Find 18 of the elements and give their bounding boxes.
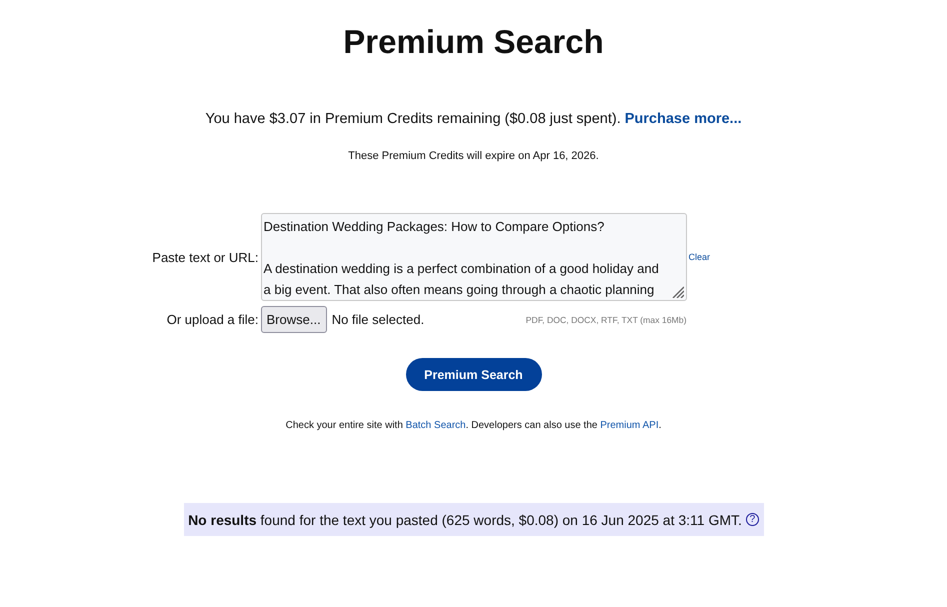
premium-search-button[interactable]: Premium Search (406, 358, 542, 391)
purchase-more-link[interactable]: Purchase more... (624, 111, 742, 127)
text-area[interactable]: Destination Wedding Packages: How to Compare Options? A destination wedding is a perfect combination of a good holiday and a big event. That also often means going through a chaotic planning (260, 213, 686, 301)
info-link[interactable]: Batch Search (406, 420, 466, 431)
upload-label: Or upload a file: (166, 312, 258, 327)
expiry-text: These Premium Credits will expire on Apr 16, 2026. (348, 149, 599, 163)
info-text: Check your entire site with Batch Search. Developers can also use the Premium API. (286, 420, 662, 432)
help-button[interactable]: ? (746, 513, 759, 526)
credits-text: You have $3.07 in Premium Credits remaining ($0.08 just spent). Purchase more... (205, 110, 742, 129)
clear-link[interactable]: Clear (688, 252, 710, 262)
file-types-hint: PDF, DOC, DOCX, RTF, TXT (max 16Mb) (526, 314, 686, 324)
info-link[interactable]: Premium API (600, 420, 659, 431)
file-status-text: No file selected. (332, 312, 424, 327)
text-field-label: Paste text or URL: (152, 250, 258, 264)
page-title: Premium Search (343, 22, 604, 62)
browse-button[interactable]: Browse... (260, 306, 327, 333)
resize-grip-icon[interactable] (672, 286, 684, 298)
result-text: No results found for the text you pasted (625 words, $0.08) on 16 Jun 2025 at 3:11 GMT. (188, 512, 742, 528)
